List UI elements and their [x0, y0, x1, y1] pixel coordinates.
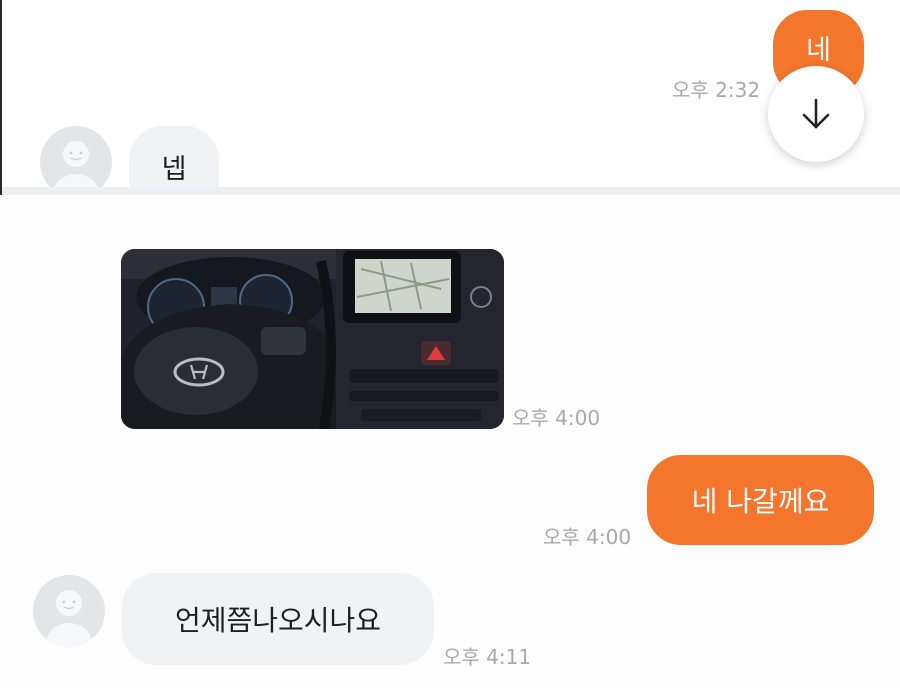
message-timestamp: 오후 2:32 — [672, 78, 761, 102]
outgoing-message-bubble[interactable]: 네 나갈께요 — [647, 455, 874, 545]
message-timestamp: 오후 4:11 — [443, 645, 532, 669]
default-profile-icon — [54, 141, 98, 195]
message-text: 네 나갈께요 — [691, 485, 830, 518]
scroll-to-bottom-button[interactable] — [768, 66, 864, 162]
message-text: 넵 — [161, 153, 187, 185]
message-text: 네 — [806, 34, 831, 66]
photo-timestamp: 오후 4:00 — [512, 406, 601, 430]
incoming-message-bubble[interactable]: 언제쯤나오시나요 — [122, 573, 434, 665]
avatar[interactable] — [33, 575, 105, 647]
avatar[interactable] — [40, 126, 112, 195]
arrow-down-icon — [802, 98, 830, 129]
message-text: 언제쯤나오시나요 — [174, 604, 382, 637]
divider — [2, 187, 900, 195]
car-dashboard-photo — [121, 249, 504, 429]
message-timestamp: 오후 4:00 — [543, 525, 632, 549]
chat-panel-top: 네 오후 2:32 넵 — [0, 0, 900, 195]
default-profile-icon — [47, 590, 91, 647]
incoming-message-bubble[interactable]: 넵 — [129, 126, 219, 195]
chat-panel-bottom: 오후 4:00 네 나갈께요 오후 4:00 언제쯤나오시나요 오후 4:11 — [0, 195, 900, 688]
photo-message[interactable] — [121, 249, 504, 429]
